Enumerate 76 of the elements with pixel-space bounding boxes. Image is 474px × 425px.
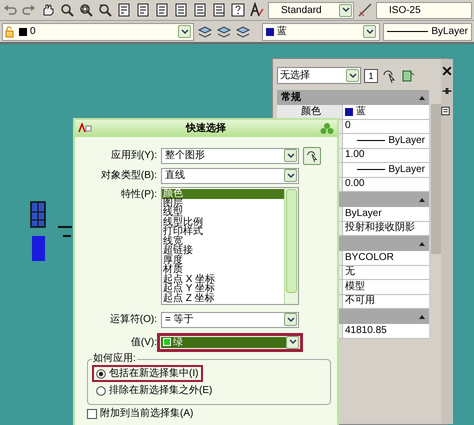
caret-icon [286,336,299,348]
property-value[interactable]: 无 [343,266,429,279]
linetype-dropdown[interactable]: ByLayer [383,22,472,40]
list-item[interactable]: 起点 X 坐标 [162,274,284,284]
select-objects-button[interactable] [303,146,321,164]
clover-icon [320,122,334,135]
field-label: 应用到(Y): [110,148,158,163]
zoom-previous-icon[interactable] [97,2,113,18]
list-item[interactable]: 线型比例 [162,218,284,227]
list-item[interactable]: 线型 [162,208,284,218]
radio-option[interactable]: 排除在新选择集之外(E) [92,382,218,399]
lock-icon [5,26,16,38]
group-title: 如何应用: [92,353,137,365]
property-value[interactable]: 0.00 [343,178,429,191]
search-icon[interactable] [59,2,75,18]
caret-icon [284,169,297,182]
caret-icon [339,4,352,16]
line-sample [387,31,428,32]
help-icon[interactable] [230,2,246,18]
caret-icon [178,25,191,38]
line-sample [357,169,386,170]
color-dropdown[interactable]: 蓝 [262,22,380,40]
undo-icon[interactable] [2,2,18,18]
list-item[interactable]: 超链接 [162,246,284,256]
radio-option[interactable]: 包括在新选择集中(I) [92,365,204,382]
list-item[interactable]: 起点 Z 坐标 [162,294,284,303]
operator-dropdown[interactable]: = 等于 [161,312,299,328]
section-header[interactable]: 常规 [277,90,429,105]
text-style-icon[interactable] [249,2,265,18]
layer-states-icon[interactable] [197,24,213,40]
property-label: 颜色 [301,106,321,117]
dimension-style-icon[interactable] [357,2,373,18]
property-value[interactable]: 1.00 [343,148,429,162]
layer-match-icon[interactable] [235,24,251,40]
list-item[interactable]: 厚度 [162,256,284,265]
list-item[interactable]: 起点 Y 坐标 [162,284,284,294]
layer-color-swatch [19,28,27,36]
select-objects-icon[interactable] [381,68,397,84]
object-type-dropdown[interactable]: 直线 [161,168,299,184]
property-value[interactable]: 蓝 [343,105,429,118]
list-item[interactable]: 线宽 [162,236,284,246]
caret-icon [284,313,297,326]
layer-dropdown[interactable]: 0 [2,22,194,40]
line-sample [357,140,386,142]
property-value[interactable]: BYCOLOR [343,251,429,264]
caret-icon [346,69,359,82]
property-value[interactable]: 不可用 [343,294,429,308]
toggle-pickadd-button[interactable]: 1 [364,68,378,82]
property-value[interactable]: 投射和接收阴影 [343,222,429,235]
apply-to-dropdown[interactable]: 整个图形 [161,148,299,164]
property-value[interactable]: ByLayer [343,163,429,176]
layer-previous-icon[interactable] [216,24,232,40]
zoom-window-icon[interactable] [78,2,94,18]
field-label: 运算符(O): [108,312,158,327]
app-icon [78,123,92,133]
dialog-title: 快速选择 [186,122,226,136]
property-value[interactable]: 模型 [343,280,429,294]
radio-icon [96,386,106,396]
list-item[interactable]: 材质 [162,265,284,274]
field-label: 特性(P): [120,188,158,202]
field-label: 值(V): [130,336,158,350]
append-checkbox[interactable]: 附加到当前选择集(A) [87,408,331,420]
selection-dropdown[interactable]: 无选择 [277,67,361,84]
list-item[interactable]: 打印样式 [162,227,284,236]
value-dropdown[interactable]: 绿 [157,332,303,352]
property-value[interactable]: ByLayer [343,207,429,220]
text-style-dropdown[interactable]: Standard [268,2,354,18]
property-value[interactable]: ByLayer [343,134,429,148]
list-item[interactable]: 图层 [162,198,284,208]
property-value[interactable]: 41810.85 [343,324,429,338]
caret-icon [284,149,297,162]
caret-icon [363,25,376,38]
radio-selected-icon [96,368,106,378]
dimension-style-dropdown[interactable]: ISO-25 [376,2,472,18]
property-value[interactable]: 0 [343,120,429,133]
field-label: 对象类型(B): [100,168,158,183]
